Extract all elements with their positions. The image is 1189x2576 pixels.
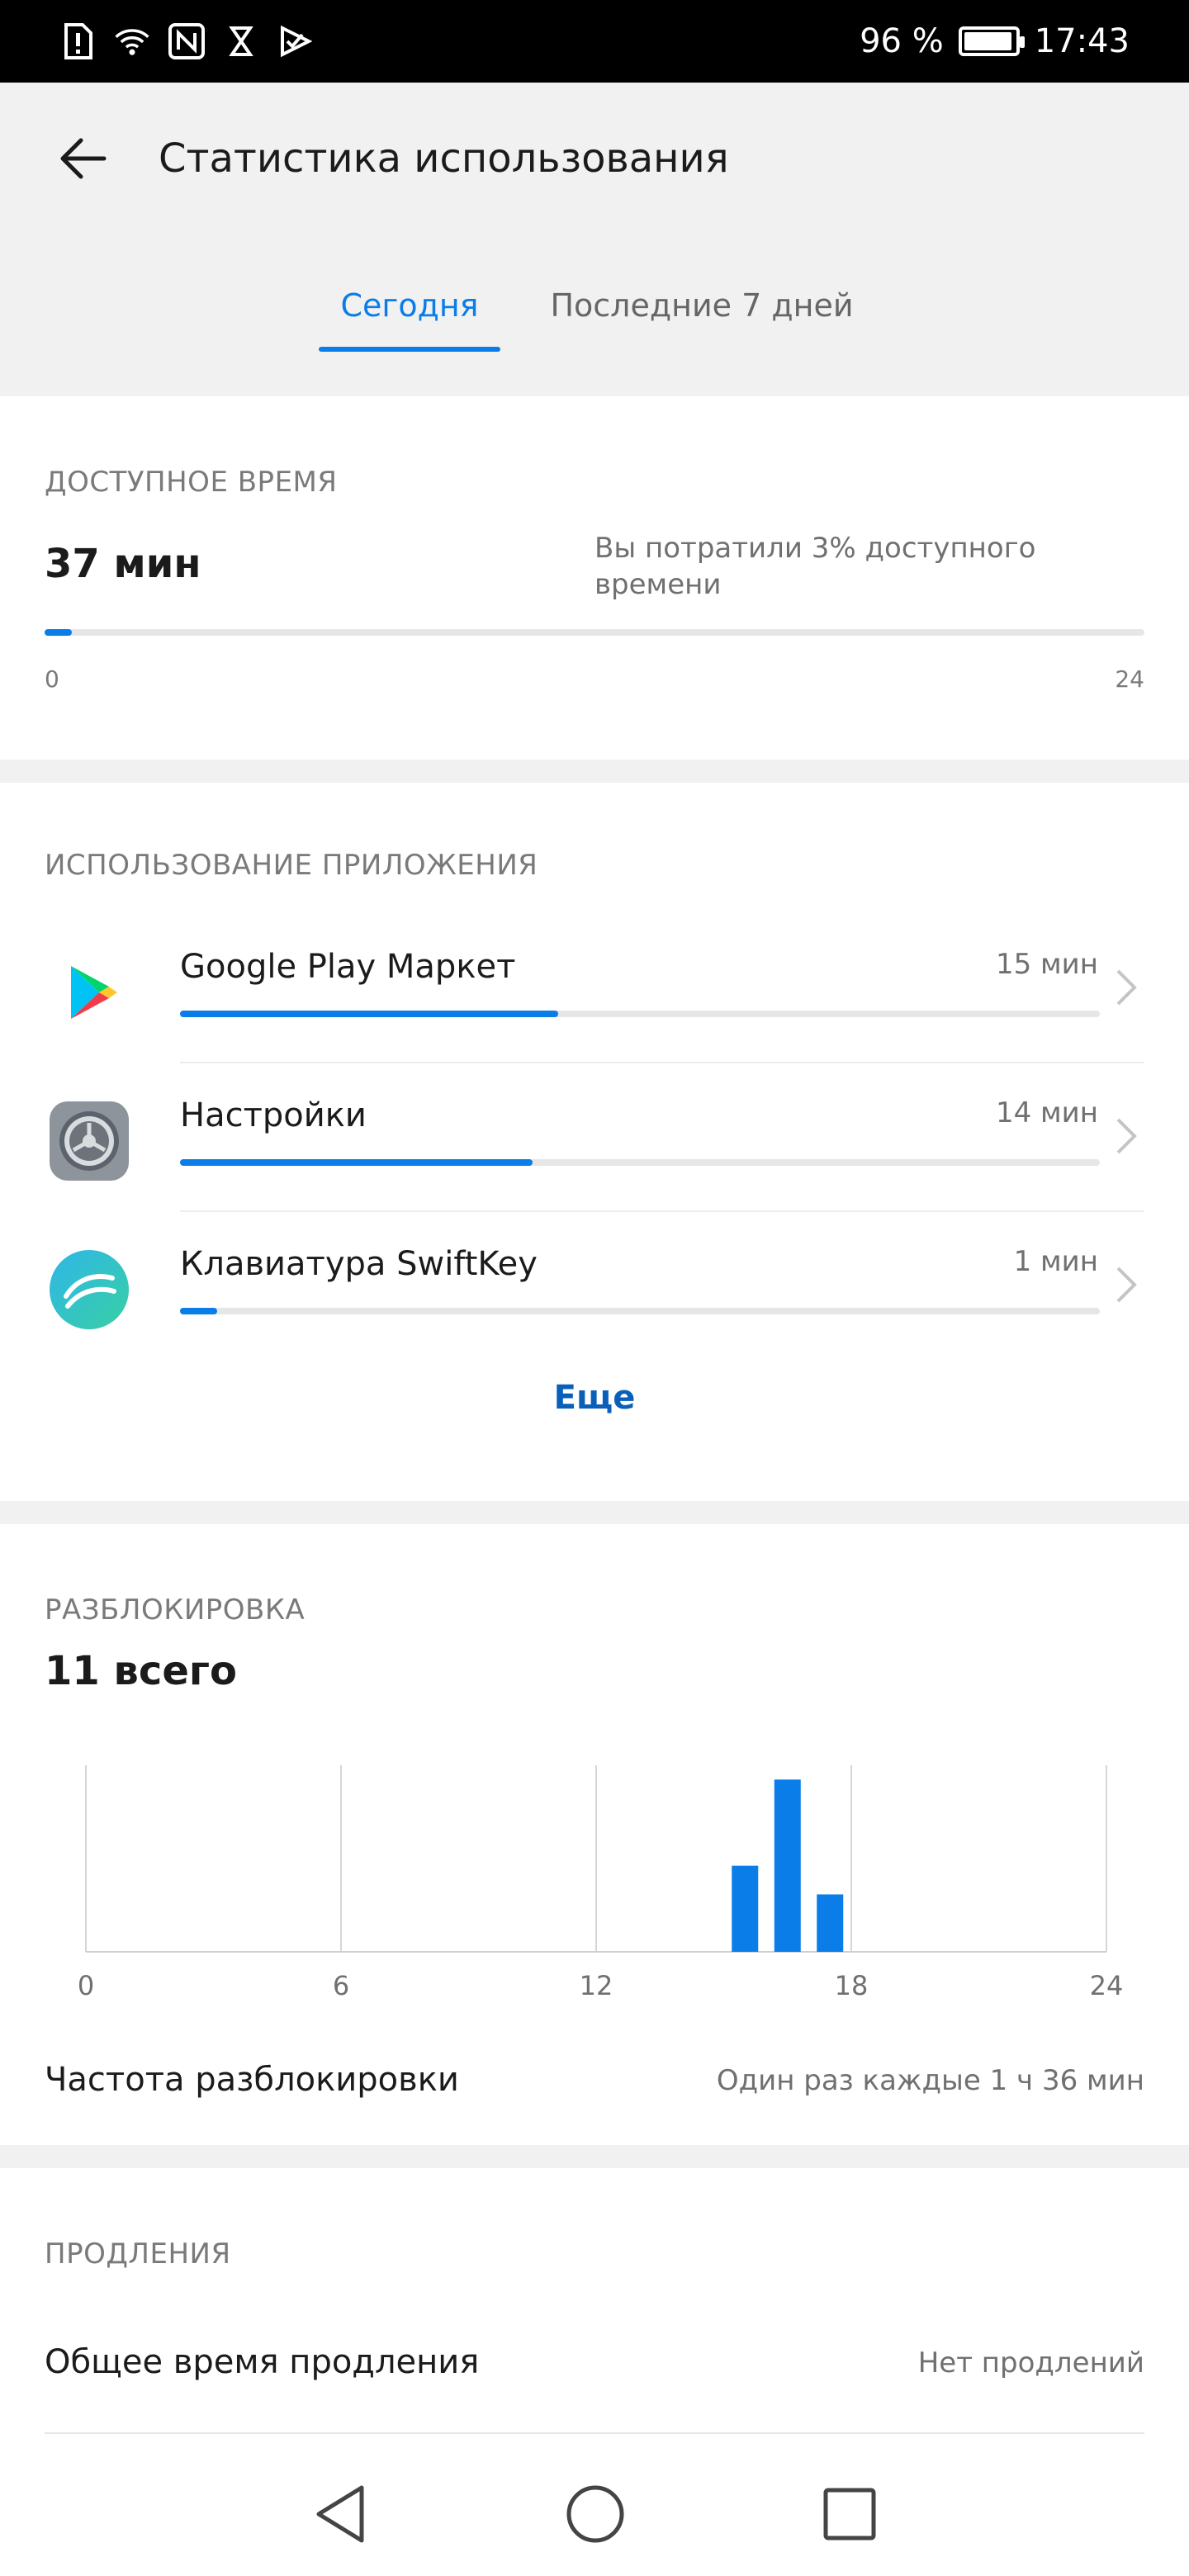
nav-home-button[interactable] xyxy=(558,2477,632,2551)
battery-percent: 96 % xyxy=(860,22,944,60)
app-name: Google Play Маркет xyxy=(180,948,516,986)
status-bar: 96 % 17:43 xyxy=(0,0,1189,83)
chart-x-tick-label: 6 xyxy=(333,1970,349,2001)
scale-min-label: 0 xyxy=(45,665,59,693)
available-time-card: ДОСТУПНОЕ ВРЕМЯ 37 мин Вы потратили 3% д… xyxy=(0,396,1189,760)
more-button[interactable]: Еще xyxy=(0,1379,1189,1417)
clock: 17:43 xyxy=(1034,22,1130,60)
app-usage-fill xyxy=(180,1308,217,1314)
tab-last-7-days[interactable]: Последние 7 дней xyxy=(528,264,875,347)
unlock-card: РАЗБЛОКИРОВКА 11 всего 0 6 12 18 24 Частота … xyxy=(0,1524,1189,2145)
battery-icon xyxy=(958,26,1025,56)
navigation-bar xyxy=(0,2444,1189,2576)
circle-home-icon xyxy=(566,2485,624,2543)
nav-back-button[interactable] xyxy=(304,2477,378,2551)
available-time-value: 37 мин xyxy=(45,541,201,587)
status-icons xyxy=(59,23,314,59)
chart-bar xyxy=(732,1865,759,1952)
google-play-icon xyxy=(48,951,130,1034)
unlock-chart: 0 6 12 18 24 xyxy=(78,1765,1124,2001)
app-time: 15 мин xyxy=(995,948,1098,981)
app-name: Настройки xyxy=(180,1096,367,1134)
tab-today[interactable]: Сегодня xyxy=(319,264,500,352)
app-time: 14 мин xyxy=(995,1096,1098,1129)
chevron-right-icon xyxy=(1116,969,1137,1006)
chart-bar xyxy=(774,1779,801,1952)
tab-bar: Сегодня Последние 7 дней xyxy=(0,264,1189,372)
unlock-total: 11 всего xyxy=(45,1648,237,1694)
app-time: 1 мин xyxy=(1013,1245,1098,1278)
triangle-back-icon xyxy=(316,2485,364,2543)
scale-max-label: 24 xyxy=(1115,665,1144,693)
header: Статистика использования Сегодня Последн… xyxy=(0,83,1189,396)
app-usage-fill xyxy=(180,1159,533,1166)
chart-x-tick-label: 12 xyxy=(580,1970,613,2001)
app-usage-bar xyxy=(180,1011,1100,1017)
unlock-frequency-label: Частота разблокировки xyxy=(45,2061,459,2099)
available-progress-fill xyxy=(45,629,73,636)
app-row-settings[interactable]: Настройки 14 мин xyxy=(0,1063,1189,1212)
sim-alert-icon xyxy=(59,23,96,59)
section-title-app-usage: ИСПОЛЬЗОВАНИЕ ПРИЛОЖЕНИЯ xyxy=(45,849,538,882)
swiftkey-icon xyxy=(48,1248,130,1331)
play-check-icon xyxy=(277,23,314,59)
app-usage-card: ИСПОЛЬЗОВАНИЕ ПРИЛОЖЕНИЯ Google Play Мар… xyxy=(0,783,1189,1501)
available-time-note: Вы потратили 3% доступного времени xyxy=(594,532,1036,601)
chart-bar xyxy=(817,1894,844,1952)
square-recents-icon xyxy=(823,2488,876,2540)
app-name: Клавиатура SwiftKey xyxy=(180,1245,538,1283)
chart-x-tick-label: 0 xyxy=(78,1970,94,2001)
chart-x-tick-label: 24 xyxy=(1090,1970,1124,2001)
extension-total-value: Нет продлений xyxy=(917,2346,1144,2379)
settings-icon xyxy=(48,1100,130,1182)
section-title-extensions: ПРОДЛЕНИЯ xyxy=(45,2237,231,2271)
chevron-right-icon xyxy=(1116,1118,1137,1154)
nfc-icon xyxy=(168,23,205,59)
app-usage-bar xyxy=(180,1159,1100,1166)
app-row-swiftkey[interactable]: Клавиатура SwiftKey 1 мин xyxy=(0,1212,1189,1361)
hourglass-icon xyxy=(223,23,259,59)
unlock-frequency-value: Один раз каждые 1 ч 36 мин xyxy=(716,2064,1144,2097)
available-progress-bar xyxy=(45,629,1144,636)
back-button[interactable] xyxy=(43,119,122,198)
app-usage-fill xyxy=(180,1011,558,1017)
section-title-unlock: РАЗБЛОКИРОВКА xyxy=(45,1593,306,1627)
wifi-icon xyxy=(114,23,150,59)
chart-x-tick-label: 18 xyxy=(835,1970,869,2001)
status-right: 96 % 17:43 xyxy=(860,22,1130,60)
nav-recents-button[interactable] xyxy=(812,2477,887,2551)
arrow-left-icon xyxy=(60,138,107,179)
extension-total-label: Общее время продления xyxy=(45,2343,480,2381)
section-title-available: ДОСТУПНОЕ ВРЕМЯ xyxy=(45,466,338,499)
app-usage-bar xyxy=(180,1308,1100,1314)
page-title: Статистика использования xyxy=(159,135,729,182)
app-row-google-play[interactable]: Google Play Маркет 15 мин xyxy=(0,915,1189,1063)
divider xyxy=(45,2432,1144,2434)
chevron-right-icon xyxy=(1116,1267,1137,1303)
